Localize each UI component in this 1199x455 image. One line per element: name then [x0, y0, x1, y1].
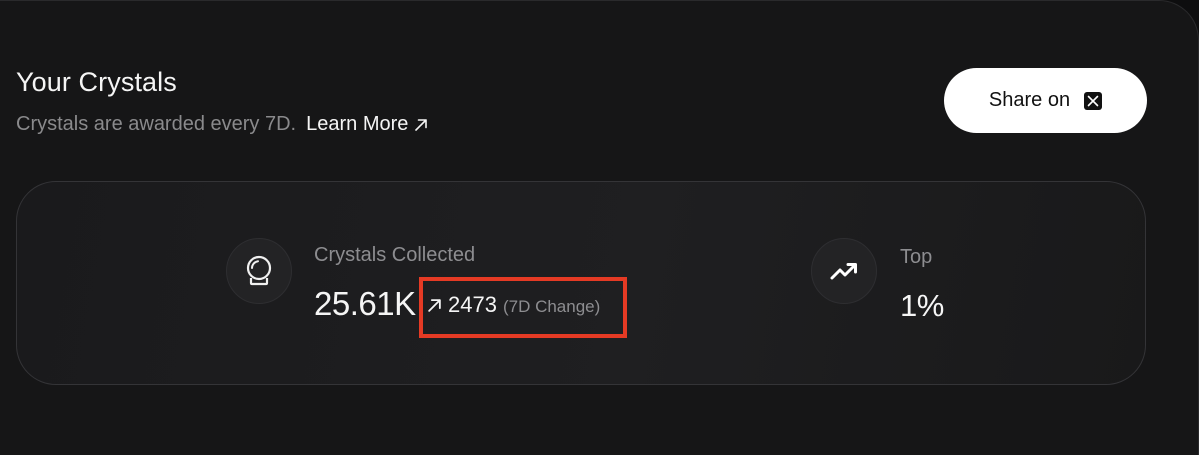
crystals-collected-label: Crystals Collected — [314, 244, 476, 266]
rank-label: Top — [900, 246, 933, 268]
subtitle-text: Crystals are awarded every 7D. — [16, 113, 297, 135]
learn-more-label: Learn More — [306, 113, 409, 135]
trending-up-icon — [811, 238, 877, 304]
arrow-up-right-icon — [415, 118, 428, 131]
learn-more-link[interactable]: Learn More — [306, 113, 428, 136]
share-on-x-button[interactable]: Share on — [944, 68, 1147, 133]
subtitle-row: Crystals are awarded every 7D. Learn Mor… — [16, 113, 428, 136]
x-logo-icon — [1084, 91, 1103, 110]
crystal-ball-icon — [226, 238, 292, 304]
page-title: Your Crystals — [16, 67, 177, 97]
highlight-box — [419, 277, 627, 338]
share-button-label: Share on — [988, 89, 1071, 111]
crystals-panel: Your Crystals Crystals are awarded every… — [0, 0, 1199, 455]
crystals-collected-value: 25.61K — [314, 285, 416, 322]
rank-value: 1% — [900, 288, 944, 323]
